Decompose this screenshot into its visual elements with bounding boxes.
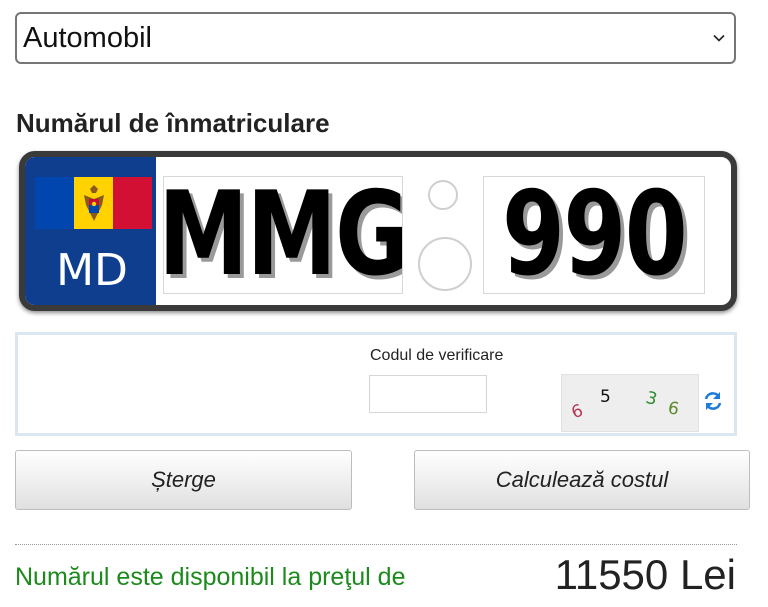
plate-digits-field[interactable]: 990 xyxy=(483,176,705,294)
calculate-cost-button[interactable]: Calculează costul xyxy=(414,450,750,510)
plate-large-dot xyxy=(418,237,472,291)
captcha-input[interactable] xyxy=(369,375,487,413)
availability-message: Numărul este disponibil la preţul de xyxy=(15,563,406,591)
plate-letters-field[interactable]: MMG xyxy=(163,176,403,294)
captcha-char: 5 xyxy=(600,387,611,407)
captcha-image: 6 5 3 6 xyxy=(561,374,699,432)
plate-small-dot xyxy=(428,180,458,210)
price-value: 11550 Lei xyxy=(554,551,736,598)
refresh-icon[interactable] xyxy=(701,389,725,413)
plate-digits: 990 xyxy=(501,176,688,294)
captcha-char: 6 xyxy=(568,400,586,424)
coat-of-arms-icon xyxy=(83,185,104,221)
license-plate: MD MMG 990 xyxy=(19,151,737,311)
captcha-char: 6 xyxy=(666,398,681,420)
captcha-char: 3 xyxy=(643,387,660,411)
captcha-label: Codul de verificare xyxy=(370,347,504,364)
moldova-flag-icon xyxy=(35,177,152,229)
chevron-down-icon xyxy=(704,14,734,62)
country-code: MD xyxy=(56,245,128,296)
clear-button[interactable]: Șterge xyxy=(15,450,352,510)
vehicle-type-value: Automobil xyxy=(23,21,152,54)
divider xyxy=(15,544,737,545)
vehicle-type-select[interactable]: Automobil xyxy=(15,12,736,64)
captcha-panel: Codul de verificare 6 5 3 6 xyxy=(15,332,737,436)
plate-section-title: Numărul de înmatriculare xyxy=(16,108,330,138)
plate-letters: MMG xyxy=(163,176,403,294)
